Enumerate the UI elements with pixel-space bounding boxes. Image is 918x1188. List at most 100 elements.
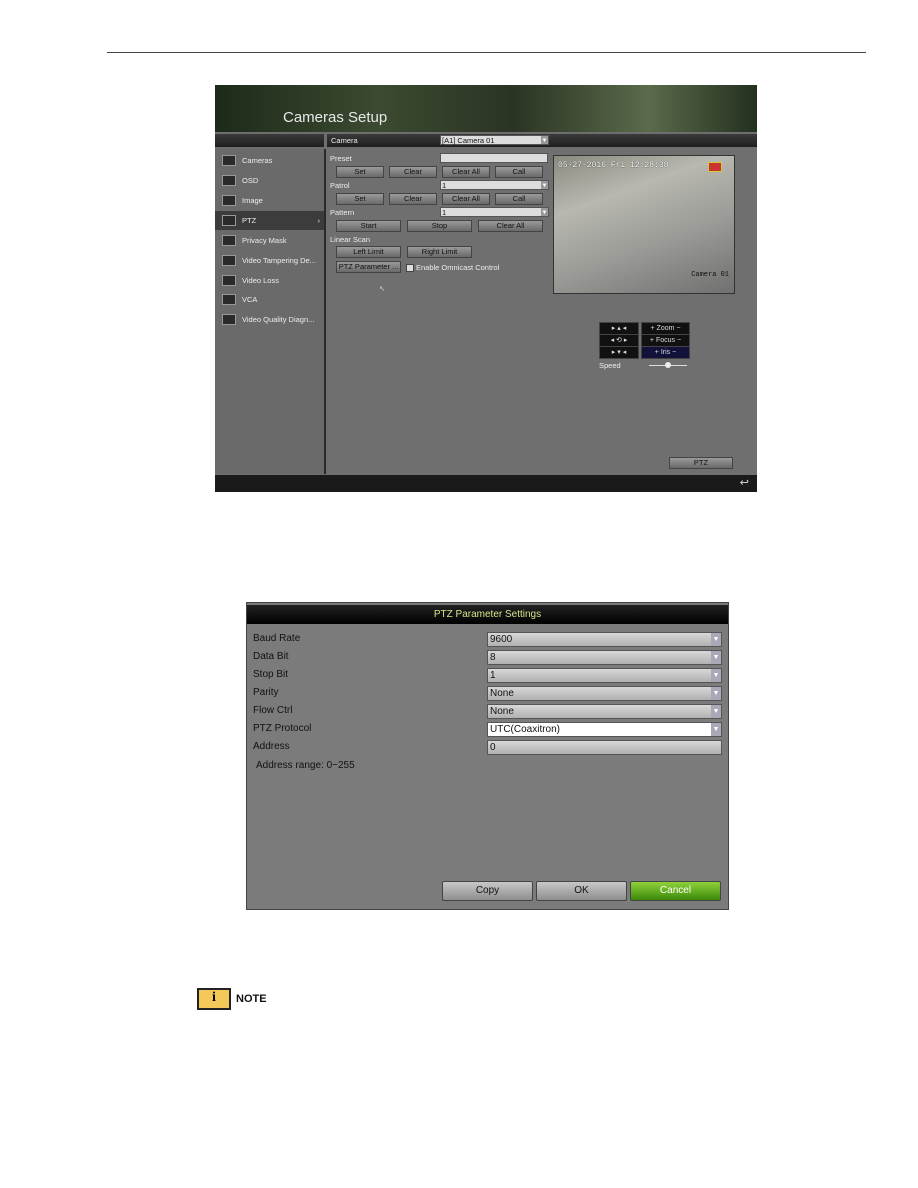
field-label: Address (253, 741, 290, 752)
sidebar-header (215, 134, 324, 147)
sidebar-item-video-loss[interactable]: Video Loss (215, 271, 324, 290)
sidebar-item-ptz[interactable]: PTZ › (215, 211, 324, 230)
preset-call-button[interactable]: Call (495, 166, 543, 178)
preset-input[interactable] (440, 153, 548, 163)
sidebar-label: Image (242, 196, 263, 205)
pattern-value: 1 (442, 208, 447, 217)
note-book-icon: i (197, 988, 231, 1010)
iris-label: Iris (660, 349, 671, 356)
pattern-clear-all-button[interactable]: Clear All (478, 220, 543, 232)
document-page: Cameras Setup Camera [A1] Camera 01 ▼ Cam… (0, 0, 918, 1188)
field-label: Data Bit (253, 651, 289, 662)
address-input[interactable]: 0 (487, 740, 722, 755)
dropdown-icon: ▼ (711, 633, 721, 646)
zoom-label: Zoom (656, 325, 675, 332)
preset-clear-button[interactable]: Clear (389, 166, 437, 178)
preset-set-button[interactable]: Set (336, 166, 384, 178)
preset-label: Preset (330, 154, 352, 163)
patrol-value: 1 (442, 181, 447, 190)
cameras-setup-screenshot: Cameras Setup Camera [A1] Camera 01 ▼ Cam… (215, 85, 757, 492)
chevron-right-icon: › (317, 216, 321, 225)
video-loss-icon (222, 275, 236, 286)
field-select[interactable]: 9600 ▼ (487, 632, 722, 647)
ptz-parameter-dialog: PTZ Parameter Settings Baud Rate 9600 ▼ Dat… (246, 602, 729, 910)
pattern-label: Pattern (330, 208, 355, 217)
address-range-hint: Address range: 0~255 (256, 760, 355, 771)
sidebar-label: Video Loss (242, 276, 279, 285)
copy-button[interactable]: Copy (442, 881, 533, 901)
header-rule (107, 52, 866, 53)
bottom-bar: ↩ (215, 475, 757, 492)
focus-label: Focus (655, 337, 676, 344)
field-select[interactable]: 8 ▼ (487, 650, 722, 665)
dropdown-icon: ▼ (711, 669, 721, 682)
sidebar-label: Video Tampering De... (242, 256, 316, 265)
sidebar-label: Privacy Mask (242, 236, 287, 245)
speed-slider[interactable] (649, 362, 687, 368)
camera-label: Camera (331, 136, 358, 145)
back-icon[interactable]: ↩ (740, 476, 749, 489)
sidebar-label: VCA (242, 295, 258, 304)
ptz-down-row[interactable]: ▸ ▾ ◂ (599, 346, 639, 359)
camera-select[interactable]: [A1] Camera 01 ▼ (440, 135, 549, 145)
patrol-set-button[interactable]: Set (336, 193, 384, 205)
patrol-call-button[interactable]: Call (495, 193, 543, 205)
patrol-clear-button[interactable]: Clear (389, 193, 437, 205)
field-label: Parity (253, 687, 279, 698)
sidebar-item-osd[interactable]: OSD (215, 171, 324, 190)
dialog-title: PTZ Parameter Settings (247, 605, 728, 624)
sidebar-label: Cameras (242, 156, 273, 165)
sidebar-item-cameras[interactable]: Cameras (215, 151, 324, 170)
note-label: NOTE (236, 993, 267, 1005)
vca-icon (222, 294, 236, 305)
sidebar-item-vca[interactable]: VCA (215, 290, 324, 309)
ok-button[interactable]: OK (536, 881, 627, 901)
field-value: None (490, 688, 514, 699)
sidebar-item-video-quality[interactable]: Video Quality Diagn... (215, 310, 324, 329)
field-label: Baud Rate (253, 633, 301, 644)
linear-scan-label: Linear Scan (330, 235, 371, 244)
pattern-stop-button[interactable]: Stop (407, 220, 472, 232)
sidebar-item-privacy-mask[interactable]: Privacy Mask (215, 231, 324, 250)
dropdown-icon: ▼ (711, 687, 721, 700)
field-value: 1 (490, 670, 496, 681)
patrol-select[interactable]: 1 ▼ (440, 180, 549, 190)
info-i-icon: i (212, 990, 216, 1005)
video-quality-icon (222, 314, 236, 325)
record-status-icon (708, 162, 722, 172)
right-limit-button[interactable]: Right Limit (407, 246, 472, 258)
field-select[interactable]: None ▼ (487, 686, 722, 701)
sidebar: Cameras OSD Image PTZ › Privacy Mask Vide… (215, 149, 326, 474)
dropdown-icon: ▼ (541, 181, 548, 189)
tampering-icon (222, 255, 236, 266)
pattern-start-button[interactable]: Start (336, 220, 401, 232)
field-value: None (490, 706, 514, 717)
speed-slider-handle[interactable] (665, 362, 671, 368)
camera-value: [A1] Camera 01 (442, 136, 495, 145)
live-video-preview: 05-27-2016 Fri 12:28:38 Camera 01 (553, 155, 735, 294)
iris-control[interactable]: + Iris − (641, 346, 690, 359)
dropdown-icon: ▼ (541, 136, 548, 144)
field-label: Stop Bit (253, 669, 289, 680)
sidebar-item-video-tampering[interactable]: Video Tampering De... (215, 251, 324, 270)
camera-icon (222, 155, 236, 166)
privacy-mask-icon (222, 235, 236, 246)
field-select[interactable]: None ▼ (487, 704, 722, 719)
omnicast-checkbox[interactable] (406, 264, 414, 272)
field-select[interactable]: 1 ▼ (487, 668, 722, 683)
field-select[interactable]: UTC(Coaxitron) ▼ (487, 722, 722, 737)
cancel-button[interactable]: Cancel (630, 881, 721, 901)
dropdown-icon: ▼ (541, 208, 548, 216)
dropdown-icon: ▼ (711, 651, 721, 664)
patrol-clear-all-button[interactable]: Clear All (442, 193, 490, 205)
mouse-cursor-icon: ↖ (379, 284, 386, 293)
field-value: 9600 (490, 634, 513, 645)
dropdown-icon: ▼ (711, 705, 721, 718)
left-limit-button[interactable]: Left Limit (336, 246, 401, 258)
pattern-select[interactable]: 1 ▼ (440, 207, 549, 217)
ptz-button[interactable]: PTZ (669, 457, 733, 469)
sidebar-item-image[interactable]: Image (215, 191, 324, 210)
ptz-parameter-button[interactable]: PTZ Parameter ... (336, 261, 401, 273)
sidebar-label: PTZ (242, 216, 257, 225)
preset-clear-all-button[interactable]: Clear All (442, 166, 490, 178)
